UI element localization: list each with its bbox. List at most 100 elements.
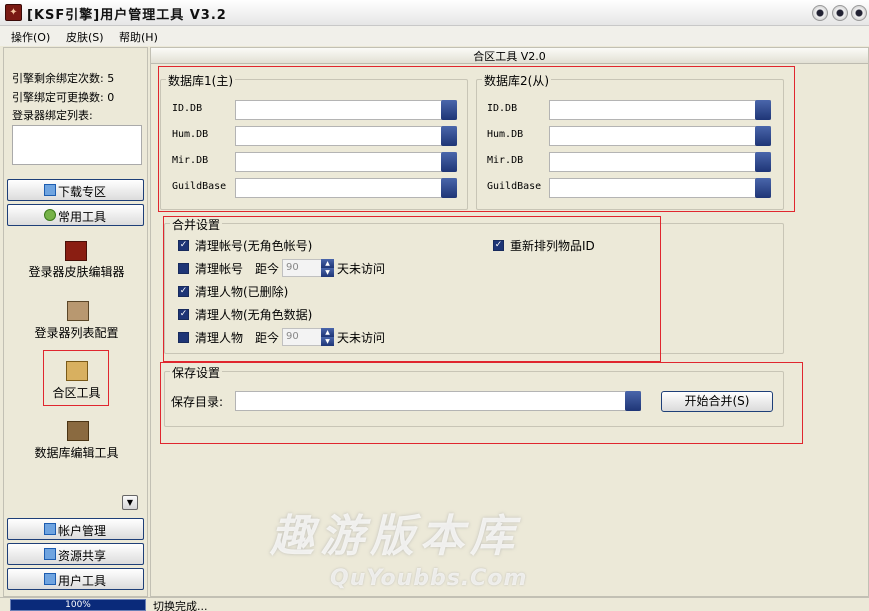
merge-tool[interactable]: 合区工具 (4, 384, 149, 401)
panel-header: 合区工具 V2.0 (151, 48, 868, 64)
spin-down-icon[interactable]: ▼ (321, 337, 334, 346)
browse-button[interactable] (755, 152, 771, 172)
save-settings-title: 保存设置 (170, 364, 223, 381)
changeable-binds-label: 引擎绑定可更换数: 0 (12, 91, 115, 104)
clean-empty-accounts-label: 清理帐号(无角色帐号) (195, 239, 313, 253)
menu-operate[interactable]: 操作(O) (11, 29, 50, 45)
scroll-down-button[interactable]: ▼ (122, 495, 138, 510)
menu-bar: 操作(O) 皮肤(S) 帮助(H) (0, 26, 869, 46)
browse-button[interactable] (755, 100, 771, 120)
maximize-button[interactable] (832, 5, 848, 21)
menu-help[interactable]: 帮助(H) (119, 29, 158, 45)
merge-settings-title: 合并设置 (170, 216, 223, 233)
db1-title: 数据库1(主) (166, 72, 235, 89)
clean-inactive-chars-checkbox[interactable] (178, 332, 189, 343)
clean-deleted-chars-checkbox[interactable]: ✓ (178, 286, 189, 297)
spin-down-icon[interactable]: ▼ (321, 268, 334, 277)
db2-id-label: ID.DB (487, 103, 518, 114)
save-dir-label: 保存目录: (171, 395, 224, 409)
user-tools-label: 用户工具 (58, 574, 107, 588)
account-days-value: 90 (286, 262, 299, 273)
account-icon (44, 523, 56, 535)
resource-share-label: 资源共享 (58, 549, 107, 563)
remaining-binds-label: 引擎剩余绑定次数: 5 (12, 72, 115, 85)
db-editor-icon[interactable] (67, 421, 89, 441)
progress-bar: 100% (10, 599, 146, 611)
download-icon (44, 184, 56, 196)
db-editor-tool[interactable]: 数据库编辑工具 (4, 444, 149, 461)
menu-skin[interactable]: 皮肤(S) (66, 29, 104, 45)
browse-button[interactable] (441, 178, 457, 198)
user-tools-icon (44, 573, 56, 585)
start-merge-button[interactable]: 开始合并(S) (661, 391, 773, 412)
db1-mir-label: Mir.DB (172, 155, 209, 166)
db2-id-field[interactable] (549, 100, 771, 120)
list-config-tool[interactable]: 登录器列表配置 (4, 324, 149, 341)
share-icon (44, 548, 56, 560)
account-manage-label: 帐户管理 (58, 524, 107, 538)
db2-group: 数据库2(从) ID.DB Hum.DB Mir.DB GuildBase (476, 72, 784, 210)
spin-up-icon[interactable]: ▲ (321, 259, 334, 268)
db1-hum-label: Hum.DB (172, 129, 209, 140)
char-days-spinner[interactable]: 90 ▲ ▼ (282, 328, 334, 346)
clean-empty-accounts-checkbox[interactable]: ✓ (178, 240, 189, 251)
clean-deleted-chars-label: 清理人物(已删除) (195, 285, 289, 299)
clean-empty-chars-checkbox[interactable]: ✓ (178, 309, 189, 320)
account-manage-button[interactable]: 帐户管理 (7, 518, 144, 540)
list-config-icon[interactable] (67, 301, 89, 321)
db2-guild-field[interactable] (549, 178, 771, 198)
db2-hum-label: Hum.DB (487, 129, 524, 140)
days-unvisited-label: 天未访问 (337, 262, 386, 276)
distance-label: 距今 (255, 331, 280, 345)
watermark-url: QuYoubbs.Com (330, 566, 528, 591)
db2-guild-label: GuildBase (487, 181, 542, 192)
clean-inactive-chars-label: 清理人物 (195, 331, 244, 345)
browse-button[interactable] (441, 152, 457, 172)
download-zone-label: 下载专区 (58, 185, 107, 199)
merge-settings-group: 合并设置 ✓ 清理帐号(无角色帐号) 清理帐号 距今 90 ▲ ▼ 天未访问 ✓… (164, 216, 784, 354)
close-button[interactable] (851, 5, 867, 21)
db2-mir-field[interactable] (549, 152, 771, 172)
browse-button[interactable] (625, 391, 641, 411)
minimize-button[interactable] (812, 5, 828, 21)
left-sidebar: 引擎剩余绑定次数: 5 引擎绑定可更换数: 0 登录器绑定列表: 下载专区 常用… (3, 47, 148, 597)
db1-id-field[interactable] (235, 100, 457, 120)
browse-button[interactable] (755, 126, 771, 146)
title-bar: ✦ [KSF引擎]用户管理工具 V3.2 (0, 0, 869, 26)
user-tools-button[interactable]: 用户工具 (7, 568, 144, 590)
reorder-item-id-checkbox[interactable]: ✓ (493, 240, 504, 251)
reorder-item-id-label: 重新排列物品ID (510, 239, 595, 253)
status-bar: 100% 切换完成... (0, 597, 869, 611)
db1-id-label: ID.DB (172, 103, 203, 114)
days-unvisited-label: 天未访问 (337, 331, 386, 345)
window-title: [KSF引擎]用户管理工具 V3.2 (27, 8, 227, 23)
browse-button[interactable] (441, 100, 457, 120)
char-days-value: 90 (286, 331, 299, 342)
account-days-spinner[interactable]: 90 ▲ ▼ (282, 259, 334, 277)
bind-list[interactable] (12, 125, 142, 165)
db1-group: 数据库1(主) ID.DB Hum.DB Mir.DB GuildBase (160, 72, 468, 210)
db2-mir-label: Mir.DB (487, 155, 524, 166)
tools-icon (44, 209, 56, 221)
db2-hum-field[interactable] (549, 126, 771, 146)
save-dir-field[interactable] (235, 391, 641, 411)
clean-inactive-accounts-checkbox[interactable] (178, 263, 189, 274)
browse-button[interactable] (441, 126, 457, 146)
db1-hum-field[interactable] (235, 126, 457, 146)
bind-list-label: 登录器绑定列表: (12, 109, 93, 122)
common-tools-button[interactable]: 常用工具 (7, 204, 144, 226)
spin-up-icon[interactable]: ▲ (321, 328, 334, 337)
skin-editor-tool[interactable]: 登录器皮肤编辑器 (4, 263, 149, 280)
resource-share-button[interactable]: 资源共享 (7, 543, 144, 565)
download-zone-button[interactable]: 下载专区 (7, 179, 144, 201)
merge-tool-icon[interactable] (66, 361, 88, 381)
save-settings-group: 保存设置 保存目录: 开始合并(S) (164, 364, 784, 427)
clean-inactive-accounts-label: 清理帐号 (195, 262, 244, 276)
watermark-logo: 趣游版本库 (270, 511, 520, 562)
browse-button[interactable] (755, 178, 771, 198)
db2-title: 数据库2(从) (482, 72, 551, 89)
status-text: 切换完成... (153, 600, 208, 611)
skin-editor-icon[interactable] (65, 241, 87, 261)
db1-guild-field[interactable] (235, 178, 457, 198)
db1-mir-field[interactable] (235, 152, 457, 172)
